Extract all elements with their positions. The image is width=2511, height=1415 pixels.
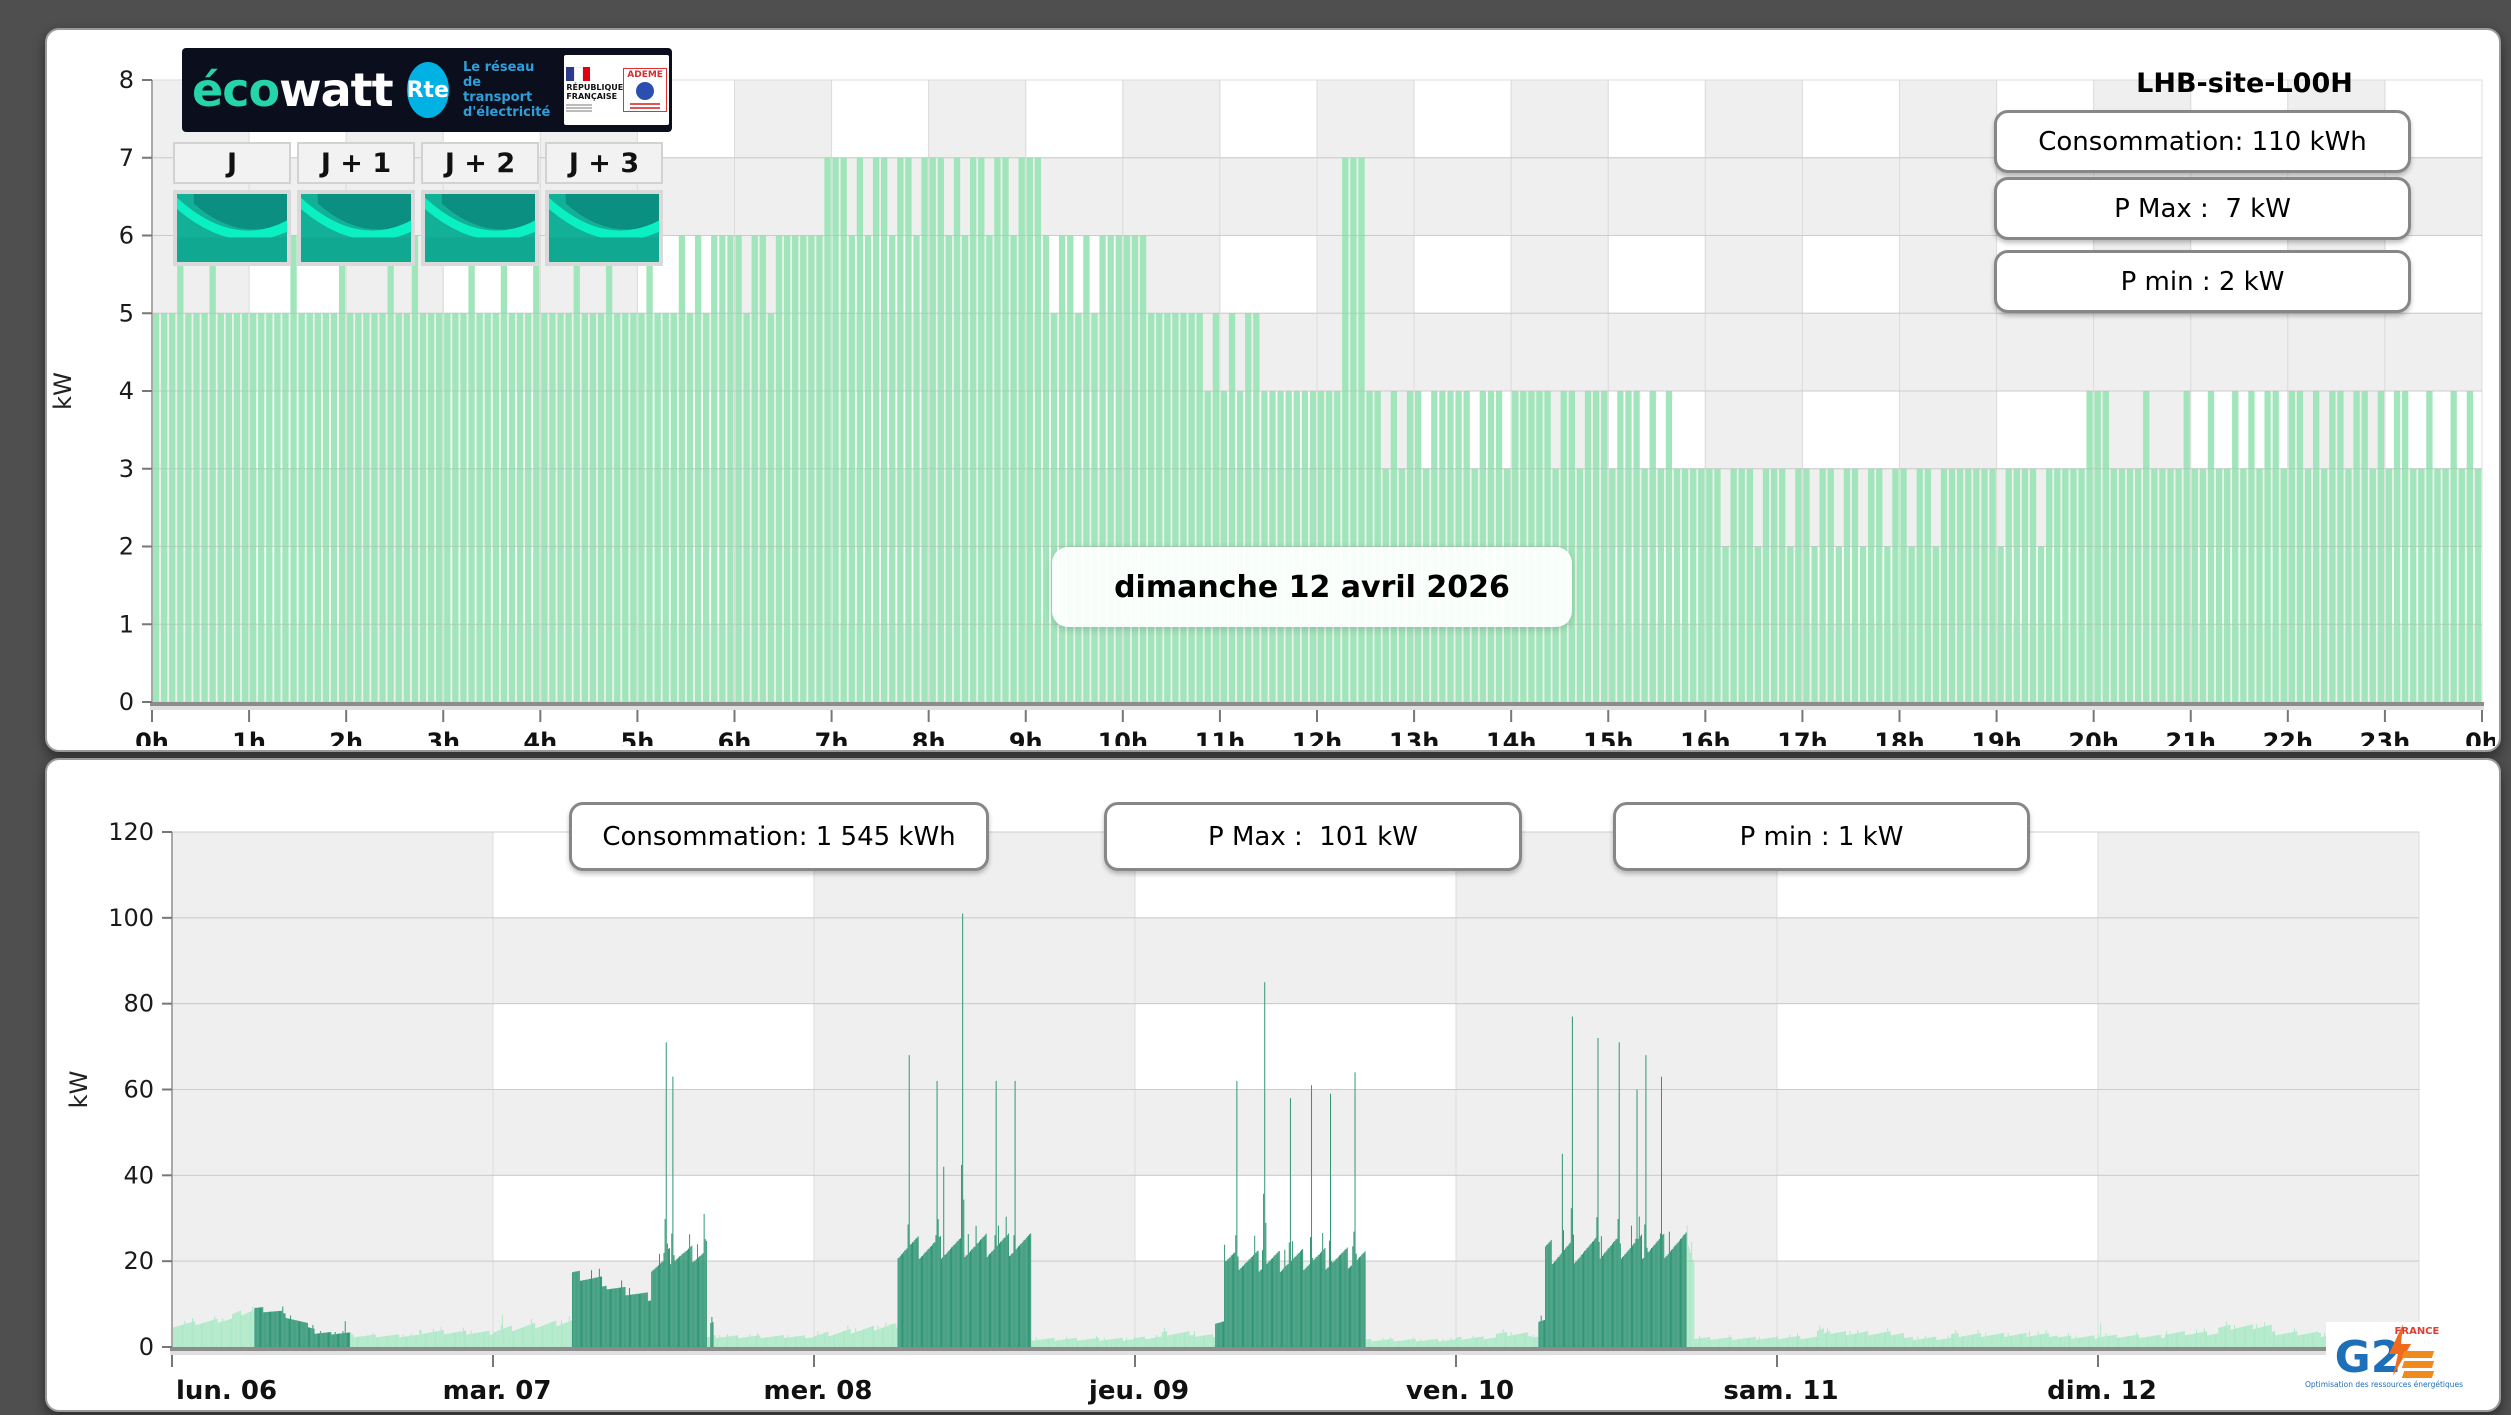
svg-text:15h: 15h (1583, 728, 1633, 746)
date-label: dimanche 12 avril 2026 (1052, 547, 1572, 627)
svg-text:21h: 21h (2166, 728, 2216, 746)
weekly-consumption-stat: Consommation: 1 545 kWh (569, 802, 989, 871)
ademe-globe-icon (636, 82, 655, 100)
daily-consumption-stat: Consommation: 110 kWh (1994, 110, 2411, 173)
svg-text:11h: 11h (1195, 728, 1245, 746)
daily-pmin-stat: P min : 2 kW (1994, 250, 2411, 313)
ademe-logo: ADEME (623, 68, 667, 112)
svg-text:19h: 19h (1971, 728, 2021, 746)
svg-text:8h: 8h (912, 728, 946, 746)
svg-text:5h: 5h (621, 728, 655, 746)
svg-text:18h: 18h (1874, 728, 1924, 746)
rte-logo-icon: Rte (406, 62, 449, 118)
svg-text:13h: 13h (1389, 728, 1439, 746)
svg-text:dim. 12: dim. 12 (2047, 1376, 2157, 1406)
svg-text:120: 120 (108, 818, 154, 846)
republique-francaise-logo: RÉPUBLIQUE FRANÇAISE (566, 67, 623, 113)
svg-text:20h: 20h (2068, 728, 2118, 746)
svg-text:2h: 2h (329, 728, 363, 746)
motto-lines (566, 103, 593, 113)
svg-text:6: 6 (119, 222, 134, 250)
svg-text:14h: 14h (1486, 728, 1536, 746)
ecowatt-gauge-j2[interactable] (421, 190, 539, 266)
svg-text:5: 5 (119, 299, 134, 327)
svg-text:3h: 3h (426, 728, 460, 746)
svg-text:0h: 0h (2465, 728, 2495, 746)
svg-text:6h: 6h (718, 728, 752, 746)
g2e-e-bars (2402, 1350, 2435, 1378)
svg-text:jeu. 09: jeu. 09 (1088, 1376, 1189, 1406)
weekly-pmin-stat: P min : 1 kW (1613, 802, 2030, 871)
g2e-france-logo: G2 FRANCE Optimisation des ressources én… (2305, 1322, 2463, 1404)
tab-day-j2[interactable]: J + 2 (421, 142, 539, 184)
daily-pmax-stat: P Max : 7 kW (1994, 177, 2411, 240)
svg-text:16h: 16h (1680, 728, 1730, 746)
ecowatt-logo: écowatt Rte Le réseau de transport d'éle… (182, 48, 672, 132)
ecowatt-gauge-j[interactable] (173, 190, 291, 266)
svg-text:10h: 10h (1098, 728, 1148, 746)
svg-text:4: 4 (119, 377, 134, 405)
svg-text:sam. 11: sam. 11 (1723, 1376, 1838, 1406)
svg-text:17h: 17h (1777, 728, 1827, 746)
svg-text:8: 8 (119, 66, 134, 94)
tab-day-j1[interactable]: J + 1 (297, 142, 415, 184)
dashboard: 0 1 2 3 4 5 6 7 8 0h 1h 2h 3h 4h 5h 6h 7h 8h 9h 10h 11h 12h 13… (0, 0, 2511, 1415)
svg-text:9h: 9h (1009, 728, 1043, 746)
svg-text:1: 1 (119, 610, 134, 638)
svg-text:20: 20 (123, 1247, 154, 1275)
ecowatt-wordmark: écowatt (192, 63, 394, 117)
svg-text:23h: 23h (2360, 728, 2410, 746)
svg-text:1h: 1h (232, 728, 266, 746)
svg-text:22h: 22h (2263, 728, 2313, 746)
svg-text:lun. 06: lun. 06 (176, 1376, 277, 1406)
ecowatt-gauge-j1[interactable] (297, 190, 415, 266)
tab-day-j[interactable]: J (173, 142, 291, 184)
svg-text:mar. 07: mar. 07 (443, 1376, 552, 1406)
rte-tagline: Le réseau de transport d'électricité (462, 60, 551, 120)
svg-text:80: 80 (123, 990, 154, 1018)
svg-text:7: 7 (119, 144, 134, 172)
weekly-pmax-stat: P Max : 101 kW (1104, 802, 1522, 871)
svg-text:3: 3 (119, 455, 134, 483)
svg-text:0: 0 (139, 1333, 154, 1361)
svg-text:40: 40 (123, 1161, 154, 1189)
weekly-chart-panel: 0 20 40 60 80 100 120 lun. 06 mar. 07 mer. 08 jeu.… (45, 758, 2501, 1412)
svg-text:60: 60 (123, 1076, 154, 1104)
svg-text:ven. 10: ven. 10 (1406, 1376, 1514, 1406)
daily-chart-panel: 0 1 2 3 4 5 6 7 8 0h 1h 2h 3h 4h 5h 6h 7h 8h 9h 10h 11h 12h 13… (45, 28, 2501, 752)
svg-text:0: 0 (119, 688, 134, 716)
svg-text:mer. 08: mer. 08 (764, 1376, 873, 1406)
svg-text:0h: 0h (135, 728, 169, 746)
site-name: LHB-site-L00H (2136, 68, 2353, 99)
tab-day-j3[interactable]: J + 3 (545, 142, 663, 184)
svg-text:2: 2 (119, 533, 134, 561)
government-logos: RÉPUBLIQUE FRANÇAISE ADEME (564, 55, 669, 125)
ecowatt-gauge-j3[interactable] (545, 190, 663, 266)
svg-text:kW: kW (65, 1071, 93, 1109)
svg-text:100: 100 (108, 904, 154, 932)
svg-text:7h: 7h (815, 728, 849, 746)
svg-text:kW: kW (49, 372, 77, 410)
svg-text:4h: 4h (523, 728, 557, 746)
french-flag-icon (566, 67, 591, 83)
svg-text:12h: 12h (1292, 728, 1342, 746)
